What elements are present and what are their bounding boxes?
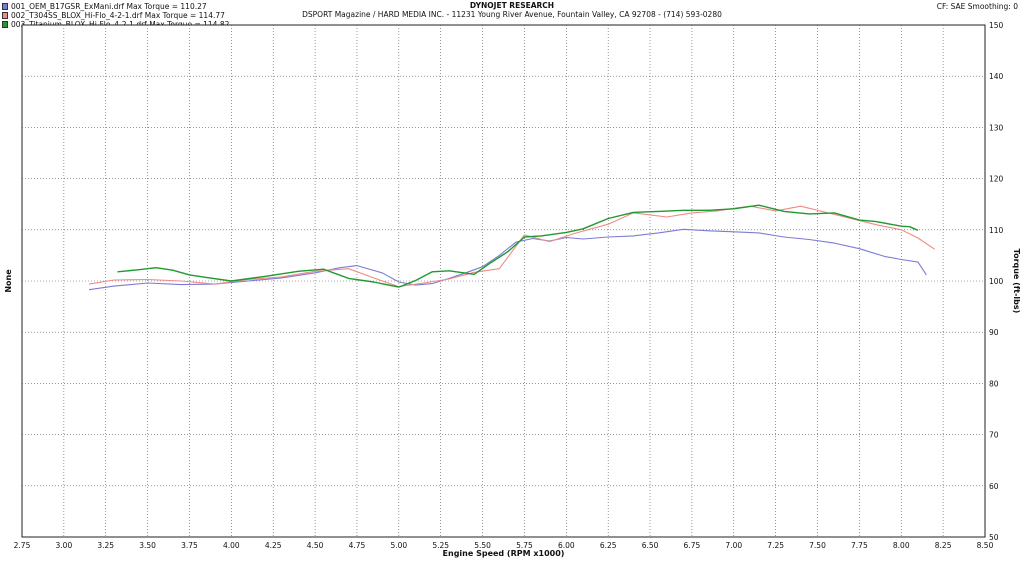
- y-tick-label: 80: [989, 379, 999, 388]
- x-tick-label: 5.00: [390, 541, 407, 550]
- y-tick-label: 50: [989, 533, 999, 542]
- y-tick-label: 90: [989, 328, 999, 337]
- x-tick-label: 6.75: [684, 541, 701, 550]
- x-tick-label: 7.50: [809, 541, 826, 550]
- x-tick-label: 4.25: [265, 541, 282, 550]
- x-tick-label: 6.50: [642, 541, 659, 550]
- y-tick-label: 110: [989, 226, 1004, 235]
- y-tick-label: 130: [989, 123, 1004, 132]
- y-tick-label: 120: [989, 175, 1004, 184]
- x-tick-label: 8.25: [935, 541, 952, 550]
- x-tick-label: 2.75: [14, 541, 31, 550]
- x-tick-label: 8.00: [893, 541, 910, 550]
- y-axis-label-right: Torque (ft-lbs): [1012, 249, 1021, 314]
- y-axis-label-left: None: [4, 269, 13, 293]
- x-tick-label: 4.00: [223, 541, 240, 550]
- x-tick-label: 7.75: [851, 541, 868, 550]
- y-tick-label: 70: [989, 431, 999, 440]
- x-tick-label: 8.50: [977, 541, 994, 550]
- x-tick-label: 6.25: [600, 541, 617, 550]
- x-tick-label: 7.25: [767, 541, 784, 550]
- x-tick-label: 3.00: [56, 541, 73, 550]
- dyno-chart: 2.75 3.00 3.25 3.50 3.75 4.00 4.25 4.50 4.75 5.00…: [4, 21, 1021, 558]
- x-axis-label: Engine Speed (RPM x1000): [443, 549, 565, 558]
- x-tick-label: 3.25: [97, 541, 114, 550]
- y-tick-label: 150: [989, 21, 1004, 30]
- x-tick-label: 3.75: [181, 541, 198, 550]
- x-tick-label: 7.00: [725, 541, 742, 550]
- x-tick-label: 4.50: [307, 541, 324, 550]
- y-tick-label: 100: [989, 277, 1004, 286]
- x-tick-label: 3.50: [139, 541, 156, 550]
- y-tick-label: 60: [989, 482, 999, 491]
- y-tick-label: 140: [989, 72, 1004, 81]
- x-tick-label: 4.75: [349, 541, 366, 550]
